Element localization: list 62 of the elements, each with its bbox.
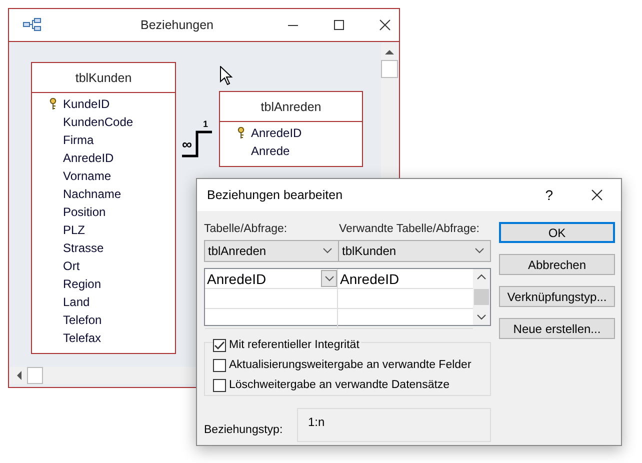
close-icon[interactable] xyxy=(591,189,603,201)
scroll-left-icon[interactable] xyxy=(16,371,22,380)
table-box[interactable]: tblKunden KundeID KundenCode Firma AnredeID Vorname Nachname Position PLZ Strasse Ort Region Land Telefon Telefax xyxy=(31,62,176,354)
scroll-thumb[interactable] xyxy=(474,289,489,305)
option-label: Aktualisierungsweitergabe an verwandte Felder xyxy=(229,359,472,371)
field-name: KundeID xyxy=(63,97,110,111)
checkbox[interactable] xyxy=(213,378,226,392)
dialog-button[interactable]: Abbrechen xyxy=(499,254,615,275)
field-name: Vorname xyxy=(63,169,112,183)
key-icon xyxy=(237,127,245,139)
dropdown-button[interactable] xyxy=(321,270,337,287)
one-label: 1 xyxy=(203,119,208,129)
related-table-label: Verwandte Tabelle/Abfrage: xyxy=(339,223,480,235)
field-name: AnredeID xyxy=(63,151,114,165)
field-name: Land xyxy=(63,295,90,309)
mouse-pointer-icon xyxy=(220,66,233,85)
chevron-down-icon xyxy=(475,248,484,254)
field-name: AnredeID xyxy=(251,126,302,140)
field-name: Strasse xyxy=(63,241,104,255)
key-icon xyxy=(49,98,57,110)
many-label: ∞ xyxy=(182,137,192,151)
field-name: Telefon xyxy=(63,313,102,327)
maximize-icon[interactable] xyxy=(333,19,345,31)
chevron-down-icon xyxy=(324,276,334,282)
related-table-dropdown[interactable]: tblKunden xyxy=(339,241,490,261)
help-button[interactable]: ? xyxy=(545,187,553,203)
scroll-thumb[interactable] xyxy=(381,60,398,78)
field-name: Telefax xyxy=(63,331,102,345)
option-label: Löschweitergabe an verwandte Datensätze xyxy=(229,379,450,391)
table-label: Tabelle/Abfrage: xyxy=(204,223,288,235)
relationship-type-field: 1:n xyxy=(297,408,491,442)
vertical-scrollbar[interactable] xyxy=(473,269,490,325)
window-title: Beziehungen xyxy=(140,18,214,32)
field-name: KundenCode xyxy=(63,115,134,129)
scroll-down-icon[interactable] xyxy=(477,314,486,320)
field-name: Position xyxy=(63,205,106,219)
scroll-up-icon[interactable] xyxy=(385,49,394,55)
field-name: PLZ xyxy=(63,223,86,237)
field-name: Anrede xyxy=(251,144,290,158)
dialog-button[interactable]: Verknüpfungstyp... xyxy=(499,286,615,307)
grid-cell[interactable]: AnredeID xyxy=(338,269,473,288)
table-name: tblKunden xyxy=(32,63,175,93)
dialog-title: Beziehungen bearbeiten xyxy=(207,188,344,202)
table-dropdown[interactable]: tblAnreden xyxy=(205,241,339,261)
field-name: Nachname xyxy=(63,187,122,201)
checkbox[interactable] xyxy=(213,338,226,352)
field-name: Firma xyxy=(63,133,94,147)
checkbox[interactable] xyxy=(213,358,226,372)
dialog-button[interactable]: OK xyxy=(499,222,615,243)
grid-cell[interactable]: AnredeID xyxy=(205,269,338,288)
option-label: Mit referentieller Integrität xyxy=(229,339,360,351)
dialog-button[interactable]: Neue erstellen... xyxy=(499,318,615,339)
table-box[interactable]: tblAnreden AnredeID Anrede xyxy=(219,91,363,167)
close-icon[interactable] xyxy=(379,19,391,31)
scroll-up-icon[interactable] xyxy=(477,274,486,280)
field-name: Region xyxy=(63,277,102,291)
diagram-icon xyxy=(23,18,41,32)
field-name: Ort xyxy=(63,259,80,273)
scroll-thumb[interactable] xyxy=(27,367,43,384)
chevron-down-icon xyxy=(323,248,332,254)
relationship-type-label: Beziehungstyp: xyxy=(204,423,284,436)
table-name: tblAnreden xyxy=(220,92,362,122)
